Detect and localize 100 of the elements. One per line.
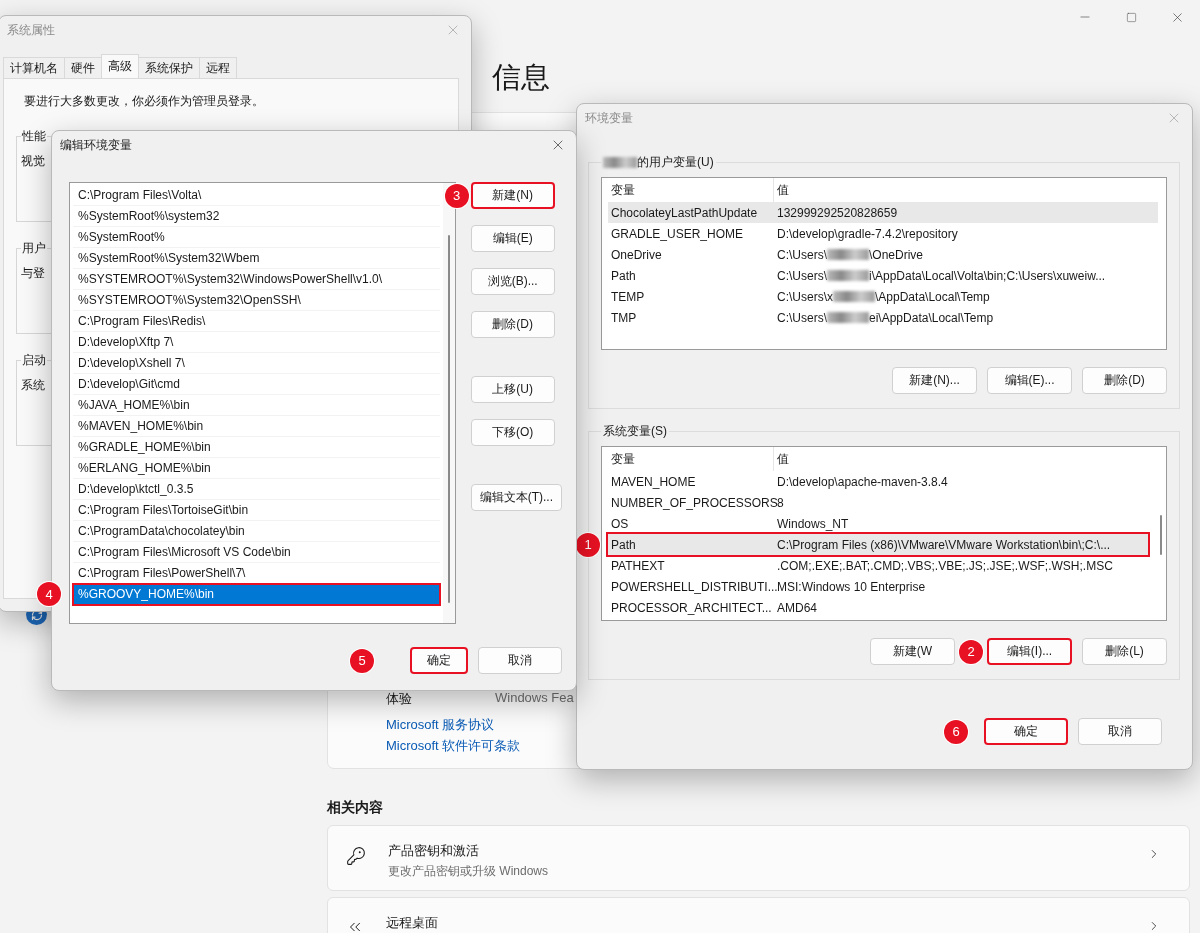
table-row[interactable]: PROCESSOR_ARCHITECT... AMD64 [608,597,1148,618]
list-item[interactable]: C:\ProgramData\chocolatey\bin [73,521,440,542]
table-row[interactable]: Path C:\Users\ i\AppData\Local\Volta\bin;C:\Users\xuweiw... [608,265,1158,286]
table-row[interactable]: OneDrive C:\Users\ \OneDrive [608,244,1158,265]
table-cell-text: TMP [610,310,638,325]
table-row[interactable]: NUMBER_OF_PROCESSORS8 [608,492,1148,513]
table-cell-text: Path [610,268,637,283]
group-title: 系统变量(S) [603,423,667,440]
dialog-button[interactable]: 编辑(E)... [987,367,1072,394]
dialog-button[interactable]: 取消 [478,647,562,674]
callout-badge: 3 [444,183,469,208]
table-row[interactable]: TMP C:\Users\ ei\AppData\Local\Temp [608,307,1158,328]
cell-text: C:\Users\ [777,268,827,283]
callout-badge: 1 [576,532,600,557]
list-item[interactable]: D:\develop\Git\cmd [73,374,440,395]
tab[interactable]: 高级 [101,54,139,78]
list-item[interactable]: D:\develop\ktctl_0.3.5 [73,479,440,500]
dialog-button[interactable]: 编辑文本(T)... [470,484,562,511]
table-cell-text: MAVEN_HOME [610,474,697,489]
table-cell-text: GRADLE_USER_HOME [610,226,745,241]
agreement-link[interactable]: Microsoft 服务协议 [386,714,495,735]
table-row[interactable]: TEMP C:\Users\x \AppData\Local\Temp [608,286,1158,307]
key-icon [346,846,366,866]
callout-badge: 6 [944,719,968,744]
list-item[interactable]: %MAVEN_HOME%\bin [73,416,440,437]
table-cell-text: .COM;.EXE;.BAT;.CMD;.VBS;.VBE;.JS;.JSE;.WSF;.WSH;.MSC [776,558,1114,573]
agreement-link[interactable]: Microsoft 软件许可条款 [386,735,521,756]
list-item[interactable]: %SYSTEMROOT%\System32\WindowsPowerShell\v1.0\ [73,269,440,290]
dialog-button[interactable]: 确定 [410,647,468,674]
card-title: 产品密钥和激活 [388,842,480,860]
table-cell-text: OS [610,516,630,531]
list-item[interactable]: C:\Program Files\Microsoft VS Code\bin [73,542,440,563]
list-item[interactable]: C:\Program Files\TortoiseGit\bin [73,500,440,521]
list-item[interactable]: %SystemRoot%\system32 [73,206,440,227]
dialog-button[interactable]: 编辑(E) [470,225,555,252]
dialog-button[interactable]: 删除(D) [470,311,555,338]
table-cell-text: OneDrive [610,247,663,262]
page-title: 信息 [492,59,551,96]
list-item[interactable]: %SystemRoot%\System32\Wbem [73,248,440,269]
dialog-button[interactable]: 确定 [984,718,1068,745]
group-text: 视觉 [21,153,45,170]
callout-badge: 4 [37,582,61,606]
group-title: 用户 [21,240,47,257]
info-value: Windows Fea [495,690,575,707]
list-item[interactable]: C:\Program Files\Redis\ [73,311,440,332]
cell-text: i\AppData\Local\Volta\bin;C:\Users\xuweiw... [869,268,1106,283]
callout-badge: 5 [350,648,374,673]
admin-notice: 要进行大多数更改，你必须作为管理员登录。 [24,93,265,110]
table-row[interactable]: PATHEXT .COM;.EXE;.BAT;.CMD;.VBS;.VBE;.JS;.JSE;.WSF;.WSH;.MSC [608,555,1148,576]
table-row[interactable]: GRADLE_USER_HOME D:\develop\gradle-7.4.2\repository [608,223,1158,244]
tab[interactable]: 计算机名 [3,57,65,78]
related-card[interactable]: 产品密钥和激活 更改产品密钥或升级 Windows [327,825,1190,891]
table-row[interactable]: ChocolateyLastPathUpdate 132999292520828659 [608,202,1158,223]
table-cell-text: PROCESSOR_ARCHITECT... [610,600,773,615]
table-cell-text: C:\Program Files (x86)\VMware\VMware Workstation\bin\;C:\... [776,537,1112,552]
dialog-button[interactable]: 新建(W [870,638,955,665]
table-cell-text: Path [610,537,637,552]
group-text: 与登 [21,265,45,282]
list-item[interactable]: %JAVA_HOME%\bin [73,395,440,416]
column-header[interactable]: 值 [774,447,1148,471]
list-item[interactable]: %SystemRoot% [73,227,440,248]
window-title: 环境变量 [585,109,633,127]
column-header[interactable]: 变量 [608,447,774,471]
dialog-button[interactable]: 下移(O) [470,419,555,446]
list-item[interactable]: %SYSTEMROOT%\System32\OpenSSH\ [73,290,440,311]
section-title: 相关内容 [327,799,384,817]
table-cell-text: ChocolateyLastPathUpdate [610,205,759,220]
card-title: 远程桌面 [386,914,439,932]
dialog-button[interactable]: 新建(N)... [892,367,977,394]
list-item[interactable]: %GRADLE_HOME%\bin [73,437,440,458]
cell-text: C:\Users\x [777,289,833,304]
card-subtitle: 更改产品密钥或升级 Windows [388,863,549,880]
column-header[interactable]: 值 [774,178,1158,202]
table-cell-text: D:\develop\apache-maven-3.8.4 [776,474,949,489]
table-cell-text: PATHEXT [610,558,666,573]
list-item[interactable]: D:\develop\Xshell 7\ [73,353,440,374]
scrollbar[interactable] [442,183,455,623]
cell-text: ei\AppData\Local\Temp [869,310,994,325]
dialog-button[interactable]: 取消 [1078,718,1162,745]
cell-text: C:\Users\ [777,247,827,262]
table-row[interactable]: MAVEN_HOME D:\develop\apache-maven-3.8.4 [608,471,1148,492]
dialog-button[interactable]: 编辑(I)... [987,638,1072,665]
dialog-button[interactable]: 新建(N) [470,182,555,209]
group-text: 系统 [21,377,45,394]
table-row[interactable]: POWERSHELL_DISTRIBUTI...MSI:Windows 10 Enterprise [608,576,1148,597]
table-row[interactable]: OS Windows_NT [608,513,1148,534]
maximize-icon [1125,11,1137,23]
dialog-button[interactable]: 上移(U) [470,376,555,403]
dialog-button[interactable]: 浏览(B)... [470,268,555,295]
list-item[interactable]: %ERLANG_HOME%\bin [73,458,440,479]
table-cell-text: TEMP [610,289,646,304]
dialog-button[interactable]: 删除(L) [1082,638,1167,665]
dialog-button[interactable]: 删除(D) [1082,367,1167,394]
list-item[interactable]: D:\develop\Xftp 7\ [73,332,440,353]
group-title: 的用户变量(U) [637,154,714,171]
list-item[interactable]: C:\Program Files\Volta\ [73,185,440,206]
table-cell-text: 132999292520828659 [776,205,899,220]
related-card[interactable]: 远程桌面 [327,897,1190,933]
cell-text: \OneDrive [869,247,924,262]
tab[interactable]: 远程 [199,57,237,78]
